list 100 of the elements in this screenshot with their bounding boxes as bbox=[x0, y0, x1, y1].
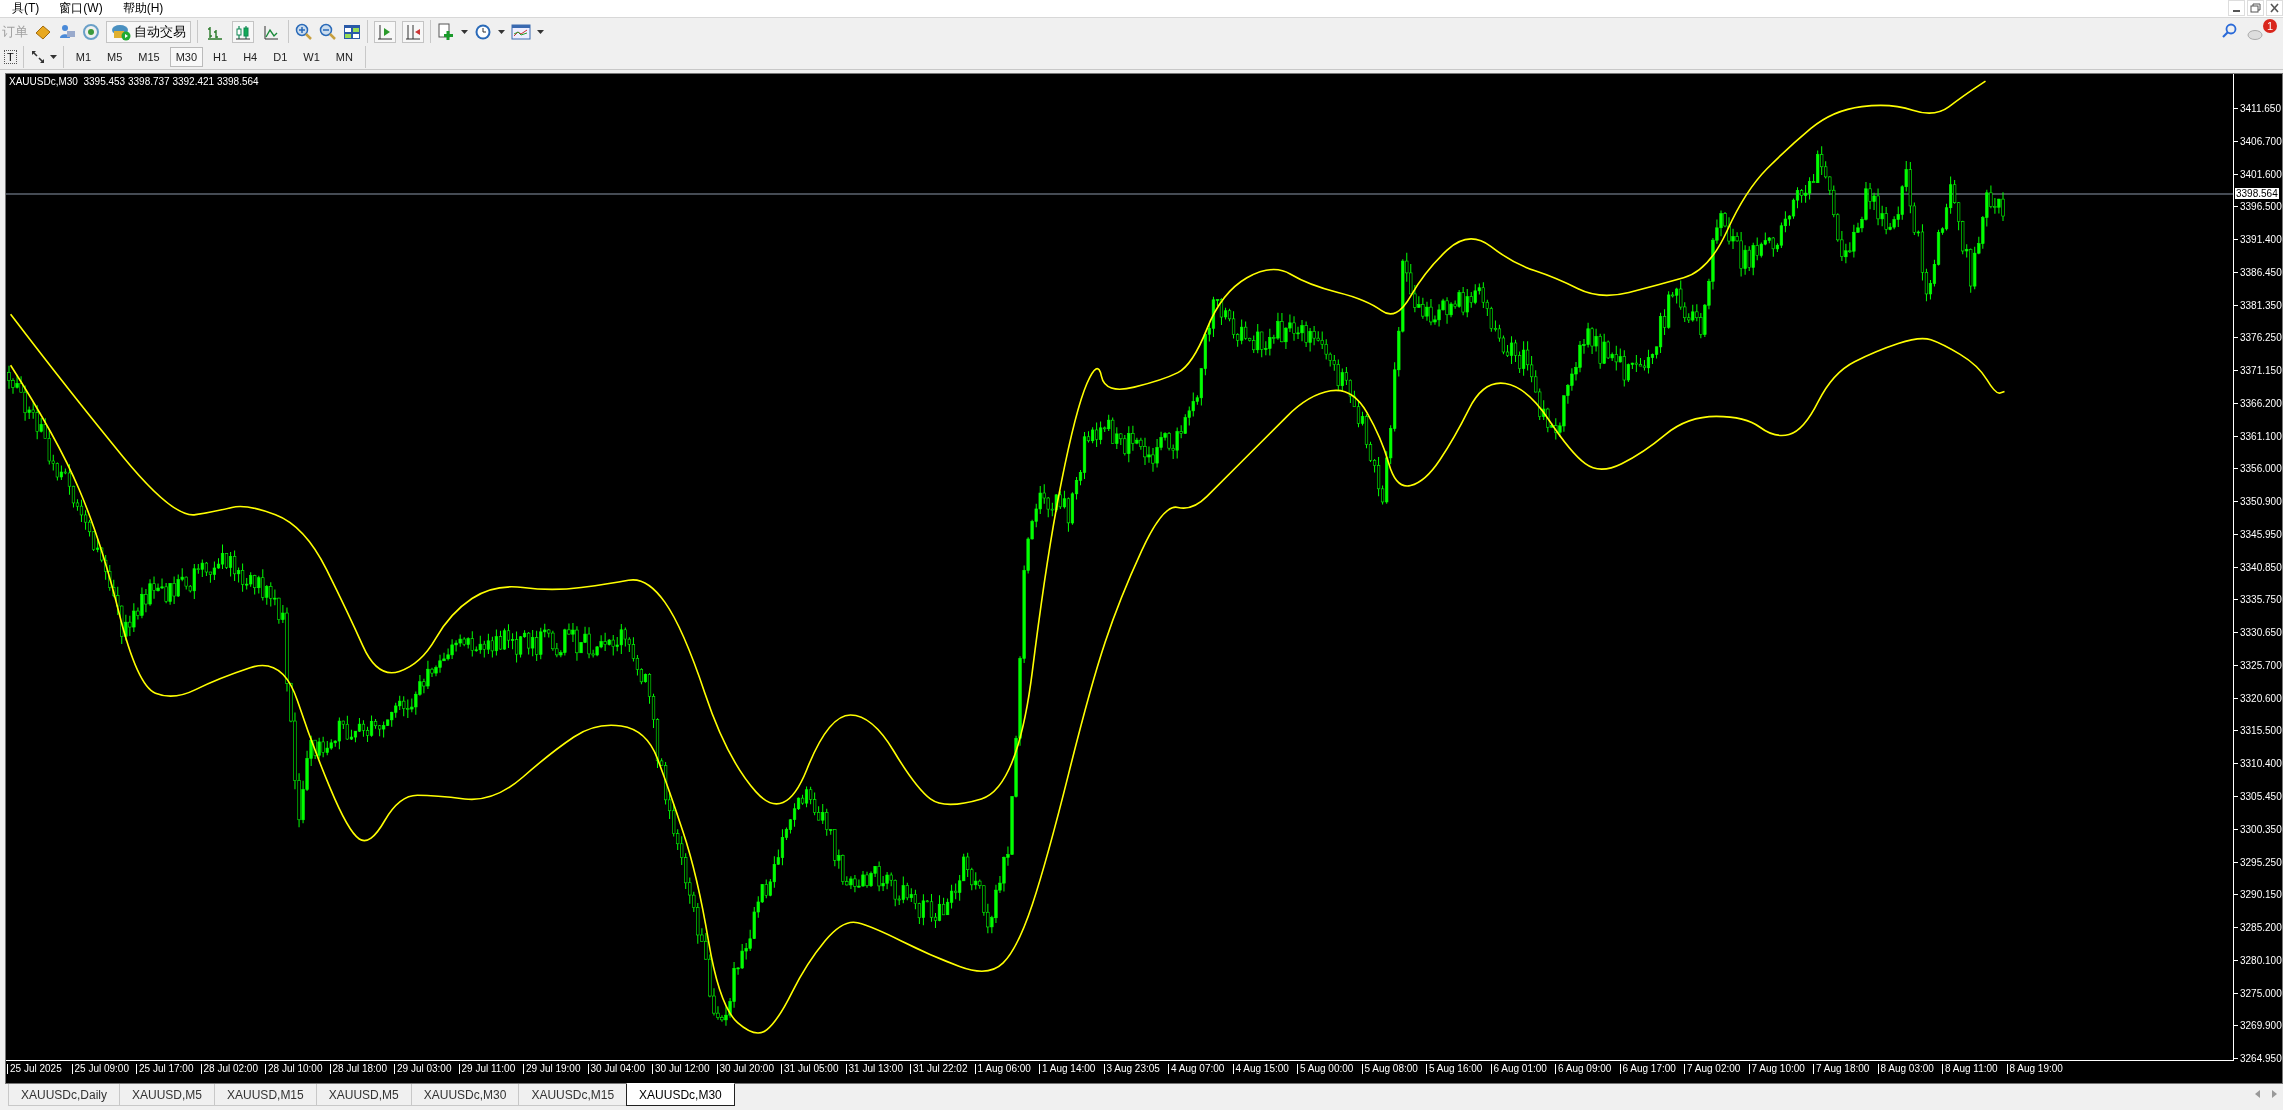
timeframe-button[interactable]: M5 bbox=[101, 47, 129, 67]
time-label: 31 Jul 13:00 bbox=[845, 1064, 903, 1074]
price-label: 3325.700 bbox=[2240, 659, 2282, 671]
price-label: 3406.700 bbox=[2240, 135, 2282, 147]
signal-icon[interactable] bbox=[82, 22, 100, 41]
time-label: 5 Aug 16:00 bbox=[1426, 1064, 1483, 1074]
zoom-in-icon[interactable] bbox=[295, 22, 313, 41]
price-label: 3386.450 bbox=[2240, 266, 2282, 278]
price-label: 3264.950 bbox=[2240, 1053, 2282, 1064]
restore-icon[interactable] bbox=[2247, 0, 2264, 16]
price-label: 3396.500 bbox=[2240, 201, 2282, 213]
price-label: 3366.200 bbox=[2240, 397, 2282, 409]
caret-icon[interactable] bbox=[461, 29, 468, 34]
time-label: 31 Jul 22:02 bbox=[910, 1064, 968, 1074]
time-label: 29 Jul 11:00 bbox=[458, 1064, 516, 1074]
time-label: 4 Aug 07:00 bbox=[1168, 1064, 1225, 1074]
time-label: 6 Aug 09:00 bbox=[1555, 1064, 1612, 1074]
time-label: 31 Jul 05:00 bbox=[781, 1064, 839, 1074]
price-label: 3391.400 bbox=[2240, 234, 2282, 245]
price-label: 3269.900 bbox=[2240, 1020, 2282, 1032]
price-label: 3290.150 bbox=[2240, 889, 2282, 901]
clock-icon[interactable] bbox=[474, 22, 492, 41]
auto-trading-button[interactable]: 自动交易 bbox=[106, 20, 191, 43]
minimize-icon[interactable] bbox=[2228, 0, 2245, 16]
auto-scroll-button[interactable] bbox=[374, 20, 396, 43]
timeframe-button[interactable]: H4 bbox=[237, 47, 264, 67]
time-label: 28 Jul 02:00 bbox=[200, 1064, 258, 1074]
time-label: 6 Aug 01:00 bbox=[1490, 1064, 1547, 1074]
candlestick-button[interactable] bbox=[232, 20, 254, 43]
price-label: 3300.350 bbox=[2240, 823, 2282, 835]
time-label: 30 Jul 04:00 bbox=[587, 1064, 645, 1074]
current-price-label: 3398.564 bbox=[2235, 188, 2279, 199]
menu-item[interactable]: 具(T) bbox=[4, 0, 48, 17]
scroll-right-icon[interactable] bbox=[2272, 1090, 2277, 1098]
time-label: 4 Aug 15:00 bbox=[1232, 1064, 1289, 1074]
timeframe-button[interactable]: M1 bbox=[69, 47, 97, 67]
price-label: 3285.200 bbox=[2240, 922, 2282, 933]
price-label: 3401.600 bbox=[2240, 168, 2282, 180]
notification-badge: 1 bbox=[2263, 19, 2277, 33]
time-label: 7 Aug 18:00 bbox=[1813, 1064, 1870, 1074]
timeframe-button[interactable]: D1 bbox=[267, 47, 294, 67]
time-label: 7 Aug 02:00 bbox=[1684, 1064, 1741, 1074]
menu-item[interactable]: 窗口(W) bbox=[51, 0, 111, 17]
price-label: 3275.000 bbox=[2240, 987, 2282, 999]
auto-trading-icon bbox=[111, 22, 131, 41]
template-icon[interactable] bbox=[511, 22, 531, 41]
price-label: 3411.650 bbox=[2240, 103, 2281, 114]
people-icon[interactable] bbox=[58, 22, 76, 41]
time-label: 30 Jul 12:00 bbox=[652, 1064, 710, 1074]
menu-item[interactable]: 帮助(H) bbox=[114, 0, 172, 17]
price-label: 3320.600 bbox=[2240, 692, 2282, 704]
new-chart-icon[interactable] bbox=[437, 22, 455, 41]
timeframe-button[interactable]: MN bbox=[329, 47, 359, 67]
chart-header: XAUUSDc,M30 3395.453 3398.737 3392.421 3398.564 bbox=[9, 76, 259, 87]
line-chart-icon bbox=[263, 23, 279, 40]
price-label: 3315.500 bbox=[2240, 725, 2282, 737]
scroll-left-icon[interactable] bbox=[2255, 1090, 2260, 1098]
search-icon[interactable] bbox=[2221, 23, 2237, 39]
time-label: 30 Jul 20:00 bbox=[716, 1064, 774, 1074]
chart-tab[interactable]: XAUUSDc,Daily bbox=[8, 1084, 120, 1106]
chart-tab[interactable]: XAUUSDc,M30 bbox=[626, 1083, 735, 1106]
time-label: 29 Jul 19:00 bbox=[523, 1064, 581, 1074]
close-icon[interactable] bbox=[2266, 0, 2283, 16]
price-label: 3295.250 bbox=[2240, 856, 2282, 868]
time-label: 28 Jul 18:00 bbox=[329, 1064, 387, 1074]
time-label: 8 Aug 19:00 bbox=[2006, 1064, 2063, 1074]
arrows-icon[interactable] bbox=[29, 49, 46, 65]
chart-shift-icon bbox=[405, 23, 421, 40]
text-tool-button[interactable]: T bbox=[4, 50, 17, 64]
time-label: 6 Aug 17:00 bbox=[1619, 1064, 1676, 1074]
price-label: 3340.850 bbox=[2240, 561, 2282, 573]
price-label: 3345.950 bbox=[2240, 528, 2282, 540]
time-label: 28 Jul 10:00 bbox=[265, 1064, 323, 1074]
time-label: 8 Aug 11:00 bbox=[1942, 1064, 1998, 1074]
time-label: 8 Aug 03:00 bbox=[1877, 1064, 1934, 1074]
time-label: 1 Aug 06:00 bbox=[974, 1064, 1031, 1074]
timeframe-button[interactable]: M30 bbox=[169, 47, 204, 67]
time-label: 25 Jul 2025 bbox=[7, 1064, 62, 1074]
tile-windows-icon[interactable] bbox=[343, 22, 361, 41]
price-label: 3350.900 bbox=[2240, 496, 2282, 508]
auto-scroll-icon bbox=[377, 23, 393, 40]
time-label: 25 Jul 17:00 bbox=[136, 1064, 194, 1074]
time-label: 5 Aug 08:00 bbox=[1361, 1064, 1418, 1074]
caret-icon[interactable] bbox=[498, 29, 505, 34]
price-label: 3310.400 bbox=[2240, 758, 2282, 770]
timeframe-button[interactable]: W1 bbox=[297, 47, 326, 67]
time-label: 5 Aug 00:00 bbox=[1297, 1064, 1354, 1074]
timeframe-button[interactable]: H1 bbox=[207, 47, 234, 67]
caret-icon[interactable] bbox=[49, 55, 57, 59]
zoom-out-icon[interactable] bbox=[319, 22, 337, 41]
chart-shift-button[interactable] bbox=[402, 20, 424, 43]
price-label: 3376.250 bbox=[2240, 332, 2282, 344]
time-label: 3 Aug 23:05 bbox=[1103, 1064, 1160, 1074]
price-label: 3330.650 bbox=[2240, 627, 2282, 639]
price-label: 3305.450 bbox=[2240, 791, 2282, 802]
timeframe-button[interactable]: M15 bbox=[132, 47, 166, 67]
price-label: 3335.750 bbox=[2240, 594, 2282, 606]
time-label: 25 Jul 09:00 bbox=[71, 1064, 129, 1074]
caret-icon[interactable] bbox=[537, 29, 544, 34]
candlestick-icon bbox=[235, 23, 251, 40]
